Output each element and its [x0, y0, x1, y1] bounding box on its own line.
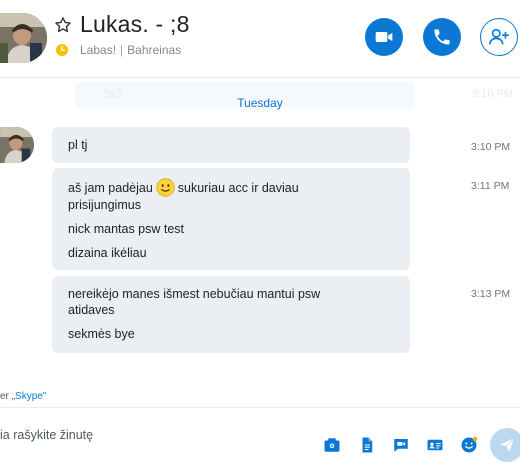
date-divider: Tuesday	[237, 96, 283, 110]
message-text: pl tj	[68, 138, 88, 152]
location: Bahreinas	[127, 43, 182, 57]
clock-status-icon	[56, 43, 68, 56]
favorite-star-icon[interactable]	[54, 16, 72, 34]
via-prefix: er	[0, 391, 9, 402]
separator: |	[120, 43, 124, 57]
video-call-button[interactable]	[365, 18, 403, 56]
add-contact-icon	[489, 28, 509, 45]
message-text: nick mantas psw test	[68, 222, 185, 236]
message-bubble[interactable]: aš jam padėjau sukuriau acc ir daviau pri…	[52, 168, 410, 270]
message-text: dizaina ikėliau	[68, 246, 147, 260]
add-contact-button[interactable]	[480, 18, 518, 56]
contact-name[interactable]: Lukas. - ;8	[80, 11, 190, 38]
audio-call-button[interactable]	[423, 18, 461, 56]
contact-avatar[interactable]	[0, 13, 47, 63]
video-message-icon[interactable]	[392, 436, 410, 454]
message-input[interactable]: ia rašykite žinutę	[0, 428, 93, 442]
message-timestamp: 3:10 PM	[471, 141, 511, 153]
message-text-part: sukuriau acc ir daviau	[177, 181, 299, 195]
media-gallery-icon[interactable]	[323, 436, 341, 454]
message-text: aš jam padėjau sukuriau acc ir daviau	[68, 178, 394, 197]
message-avatar[interactable]	[0, 127, 34, 163]
mood-message: Labas!	[80, 43, 117, 57]
message-timestamp: 3:11 PM	[471, 180, 510, 192]
mood-and-location: Labas! | Bahreinas	[80, 43, 181, 57]
message-text: prisijungimus	[68, 198, 141, 212]
video-call-icon	[375, 32, 393, 42]
smile-emoji-icon	[156, 178, 175, 197]
message-text: nereikėjo manes išmest nebučiau mantui p…	[68, 287, 321, 301]
emoticon-icon[interactable]	[460, 436, 478, 454]
conversation-header: Lukas. - ;8 Labas! | Bahreinas	[0, 0, 520, 78]
audio-call-icon	[434, 29, 450, 45]
contact-card-icon[interactable]	[426, 436, 444, 454]
message-text: sekmės bye	[68, 327, 135, 341]
send-icon	[500, 437, 515, 452]
message-text-part: aš jam padėjau	[68, 181, 153, 195]
sent-via-note: er „Skype"	[0, 391, 46, 402]
message-timestamp: 3:13 PM	[471, 288, 511, 300]
send-button[interactable]	[490, 428, 520, 462]
message-composer: ia rašykite žinutę	[0, 407, 520, 464]
file-icon[interactable]	[358, 436, 376, 454]
skype-link[interactable]: „Skype"	[12, 391, 47, 402]
message-bubble[interactable]: pl tj	[52, 127, 410, 163]
message-bubble[interactable]: nereikėjo manes išmest nebučiau mantui p…	[52, 276, 410, 353]
message-text: atidaves	[68, 303, 115, 317]
